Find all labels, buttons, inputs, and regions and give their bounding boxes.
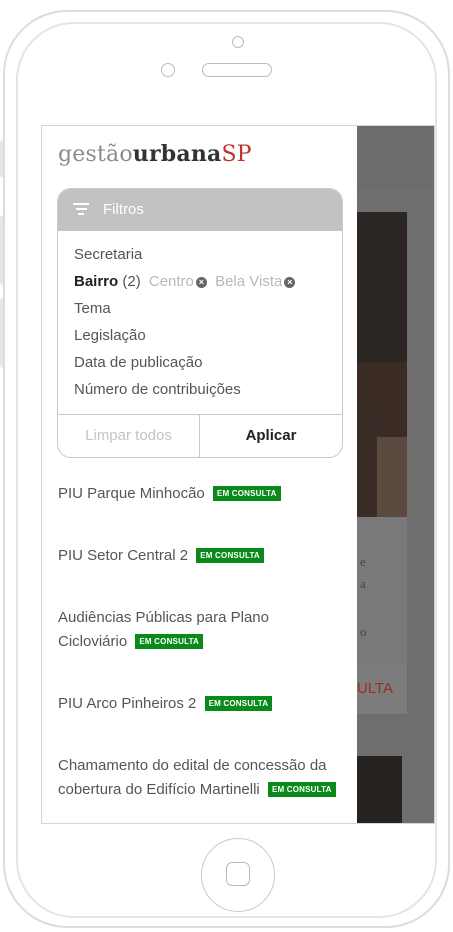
filter-panel: Filtros Secretaria Bairro (2) Centro × Be… xyxy=(57,188,343,458)
filter-list: Secretaria Bairro (2) Centro × Bela Vista… xyxy=(74,245,296,407)
filter-label: Bairro xyxy=(74,273,119,290)
filter-label: Número de contribuições xyxy=(74,381,241,398)
remove-chip-icon[interactable]: × xyxy=(284,277,296,288)
filter-count: (2) xyxy=(122,273,141,290)
clear-all-button[interactable]: Limpar todos xyxy=(58,415,200,457)
list-item-title: PIU Parque Minhocão xyxy=(58,485,205,502)
list-item[interactable]: PIU Arco Pinheiros 2 EM CONSULTA xyxy=(58,692,348,716)
filter-panel-title: Filtros xyxy=(103,201,144,218)
background-cta-label: ULTA xyxy=(356,680,393,697)
filter-label: Data de publicação xyxy=(74,354,203,371)
proximity-sensor xyxy=(161,63,175,77)
filter-tema[interactable]: Tema xyxy=(74,299,295,326)
home-button-icon xyxy=(226,862,250,886)
chip-centro: Centro × xyxy=(149,273,207,290)
background-text-1: e xyxy=(360,554,366,569)
filter-numero-contribuicoes[interactable]: Número de contribuições xyxy=(74,380,295,407)
status-badge: EM CONSULTA xyxy=(267,782,336,797)
background-text-3: o xyxy=(360,624,367,639)
phone-screen: e a o ULTA gestãourbanaSP Filtros Secret… xyxy=(41,125,435,824)
chip-label: Centro xyxy=(148,273,194,290)
earpiece-speaker xyxy=(202,63,272,77)
filter-actions: Limpar todos Aplicar xyxy=(58,414,342,457)
status-badge: EM CONSULTA xyxy=(204,696,273,711)
front-camera xyxy=(232,36,244,48)
remove-chip-icon[interactable]: × xyxy=(195,277,207,288)
filter-bairro[interactable]: Bairro (2) Centro × Bela Vista × xyxy=(74,272,296,299)
chip-label: Bela Vista xyxy=(215,273,283,290)
filter-label: Tema xyxy=(74,300,111,317)
status-badge: EM CONSULTA xyxy=(135,634,204,649)
list-item[interactable]: PIU Setor Central 2 EM CONSULTA xyxy=(58,544,348,568)
filter-legislacao[interactable]: Legislação xyxy=(74,326,295,353)
logo-part-gestao: gestão xyxy=(58,142,133,167)
logo-part-urbana: urbana xyxy=(132,141,222,167)
list-item[interactable]: PIU Parque Minhocão EM CONSULTA xyxy=(58,482,348,506)
apply-button[interactable]: Aplicar xyxy=(200,415,342,457)
logo[interactable]: gestãourbanaSP xyxy=(58,140,252,168)
filter-label: Secretaria xyxy=(74,246,143,263)
chip-bela-vista: Bela Vista × xyxy=(215,273,296,290)
results-list: PIU Parque Minhocão EM CONSULTA PIU Seto… xyxy=(58,482,348,802)
list-item[interactable]: Chamamento do edital de concessão da cob… xyxy=(58,754,344,802)
list-item-title: PIU Arco Pinheiros 2 xyxy=(58,695,197,712)
list-item[interactable]: Audiências Públicas para Plano Cicloviár… xyxy=(58,606,328,654)
list-item-title: PIU Setor Central 2 xyxy=(58,547,189,564)
filter-icon xyxy=(73,203,89,217)
filter-secretaria[interactable]: Secretaria xyxy=(74,245,295,272)
status-badge: EM CONSULTA xyxy=(212,486,281,501)
background-text-2: a xyxy=(360,576,366,591)
filter-data-publicacao[interactable]: Data de publicação xyxy=(74,353,295,380)
status-badge: EM CONSULTA xyxy=(196,548,264,563)
filter-label: Legislação xyxy=(74,327,146,344)
filter-drawer: gestãourbanaSP Filtros Secretaria Bairro… xyxy=(42,126,357,823)
logo-part-sp: SP xyxy=(221,142,252,167)
filter-panel-header[interactable]: Filtros xyxy=(58,189,342,231)
